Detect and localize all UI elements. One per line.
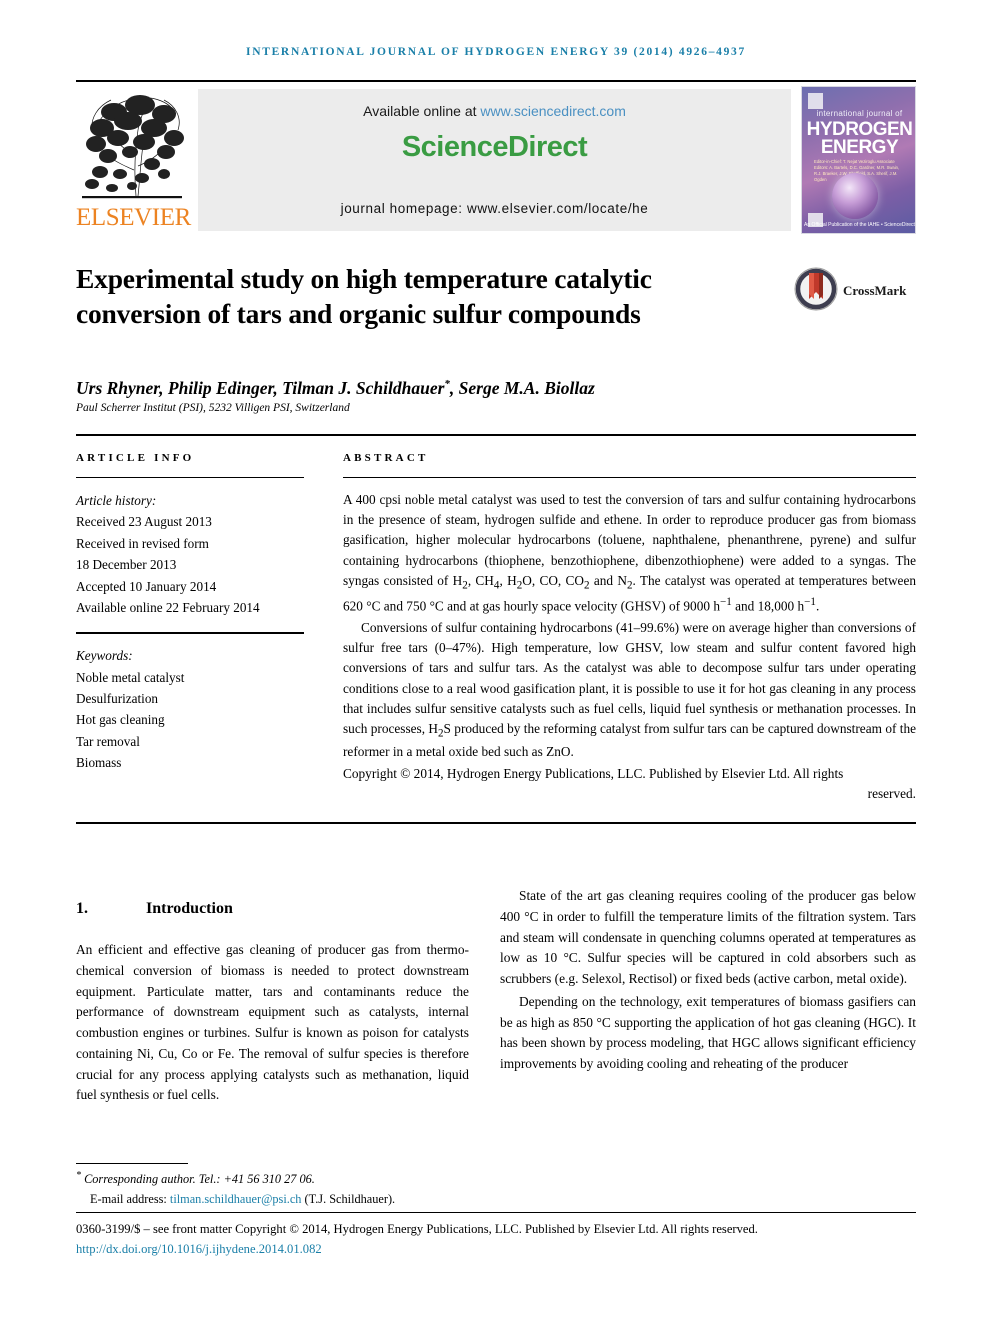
elsevier-logo: ELSEVIER [76, 86, 191, 234]
abs-p1-b: , CH [467, 572, 494, 588]
sciencedirect-logo[interactable]: ScienceDirect [198, 131, 791, 164]
keyword-item: Biomass [76, 755, 122, 771]
article-info-divider [76, 477, 304, 478]
paper-page: International Journal of Hydrogen Energy… [0, 0, 992, 1323]
keyword-item: Tar removal [76, 733, 140, 749]
email-suffix: (T.J. Schildhauer). [301, 1191, 396, 1206]
article-info-column: Article info Article history: Received 2… [76, 452, 304, 774]
history-item: Available online 22 February 2014 [76, 599, 260, 615]
abs-p1-g: and 18,000 h [731, 598, 805, 614]
footnote-star-marker: * [76, 1170, 81, 1181]
cover-top-badge-icon [808, 93, 823, 109]
abs-p1-h: . [815, 598, 820, 614]
abstract-paragraph-2: Conversions of sulfur containing hydroca… [343, 618, 916, 763]
footer-block: 0360-3199/$ – see front matter Copyright… [76, 1219, 916, 1259]
keywords-label: Keywords: [76, 648, 133, 664]
cover-line-1: international journal of [816, 109, 903, 118]
body-column-left: 1. Introduction An efficient and effectiv… [76, 900, 469, 1106]
abstract-heading: Abstract [343, 452, 429, 464]
article-history-label: Article history: [76, 493, 157, 508]
keyword-item: Hot gas cleaning [76, 712, 165, 728]
available-online-label: Available online at [363, 103, 481, 119]
cover-publisher-line: An Official Publication of the IAHE • Sc… [804, 222, 915, 228]
abstract-column: Abstract A 400 cpsi noble metal catalyst… [343, 452, 916, 804]
intro-paragraph-2: State of the art gas cleaning requires c… [500, 888, 916, 987]
crossmark-label: CrossMark [843, 283, 907, 298]
abstract-copyright: Copyright © 2014, Hydrogen Energy Public… [343, 764, 916, 804]
sciencedirect-url-link[interactable]: www.sciencedirect.com [480, 103, 626, 119]
section-title: Introduction [146, 900, 233, 917]
crossmark-icon [794, 267, 838, 311]
sciencedirect-box: Available online at www.sciencedirect.co… [198, 89, 791, 231]
issn-copyright-line: 0360-3199/$ – see front matter Copyright… [76, 1222, 758, 1236]
history-item: 18 December 2013 [76, 557, 177, 573]
copyright-main: Copyright © 2014, Hydrogen Energy Public… [343, 765, 844, 781]
footnote-block: * Corresponding author. Tel.: +41 56 310… [76, 1168, 576, 1209]
footer-rule [76, 1212, 916, 1213]
abs-p1-sup2: −1 [804, 596, 816, 609]
running-head: International Journal of Hydrogen Energy… [246, 46, 746, 58]
section-heading-introduction: 1. Introduction [76, 900, 469, 918]
journal-banner: ELSEVIER Available online at www.science… [76, 86, 916, 234]
cover-line-3: ENERGY [820, 137, 899, 158]
available-online-text: Available online at www.sciencedirect.co… [198, 103, 791, 119]
abs-p1-e: and N [589, 572, 627, 588]
history-item: Received 23 August 2013 [76, 514, 212, 530]
section-number: 1. [76, 900, 88, 917]
corresponding-author-note: * Corresponding author. Tel.: +41 56 310… [76, 1168, 576, 1190]
copyright-tail: reserved. [867, 785, 916, 801]
elsevier-tree-icon [82, 95, 184, 199]
header-rule [76, 80, 916, 82]
body-column-right: State of the art gas cleaning requires c… [500, 886, 916, 1075]
keywords-divider [76, 632, 304, 635]
intro-paragraph-1: An efficient and effective gas cleaning … [76, 942, 469, 1103]
intro-paragraph-3: Depending on the technology, exit temper… [500, 993, 916, 1072]
elsevier-wordmark: ELSEVIER [76, 204, 191, 231]
authors-main: Urs Rhyner, Philip Edinger, Tilman J. Sc… [76, 378, 445, 398]
journal-cover-thumbnail[interactable]: international journal of HYDROGEN ENERGY… [801, 86, 916, 234]
abstract-paragraph-1: A 400 cpsi noble metal catalyst was used… [343, 490, 916, 617]
email-link[interactable]: tilman.schildhauer@psi.ch [170, 1192, 302, 1206]
article-info-heading: Article info [76, 452, 195, 464]
keyword-item: Desulfurization [76, 691, 159, 706]
email-note: E-mail address: tilman.schildhauer@psi.c… [76, 1190, 576, 1209]
abs-p2-a: Conversions of sulfur containing hydroca… [343, 619, 916, 736]
history-item: Accepted 10 January 2014 [76, 578, 217, 594]
abs-p1-c: , H [499, 572, 517, 588]
cover-sphere-graphic [832, 173, 878, 219]
abstract-end-rule [76, 822, 916, 824]
crossmark-logo[interactable]: CrossMark [793, 266, 918, 316]
email-label: E-mail address: [90, 1191, 170, 1206]
history-item: Received in revised form [76, 535, 209, 551]
abstract-divider [343, 477, 916, 478]
footnote-rule [76, 1163, 188, 1164]
abs-p1-sup1: −1 [719, 596, 732, 609]
keyword-item: Noble metal catalyst [76, 669, 185, 685]
abs-p1-d: O, CO, CO [522, 572, 585, 588]
affiliation: Paul Scherrer Institut (PSI), 5232 Villi… [76, 402, 350, 414]
paper-title: Experimental study on high temperature c… [76, 263, 652, 329]
authors-rest: , Serge M.A. Biollaz [449, 378, 595, 398]
title-block-rule [76, 434, 916, 436]
journal-homepage-text[interactable]: journal homepage: www.elsevier.com/locat… [198, 201, 791, 216]
corresponding-author-text: Corresponding author. Tel.: +41 56 310 2… [84, 1172, 315, 1187]
author-list: Urs Rhyner, Philip Edinger, Tilman J. Sc… [76, 378, 916, 399]
doi-link[interactable]: http://dx.doi.org/10.1016/j.ijhydene.201… [76, 1239, 916, 1259]
